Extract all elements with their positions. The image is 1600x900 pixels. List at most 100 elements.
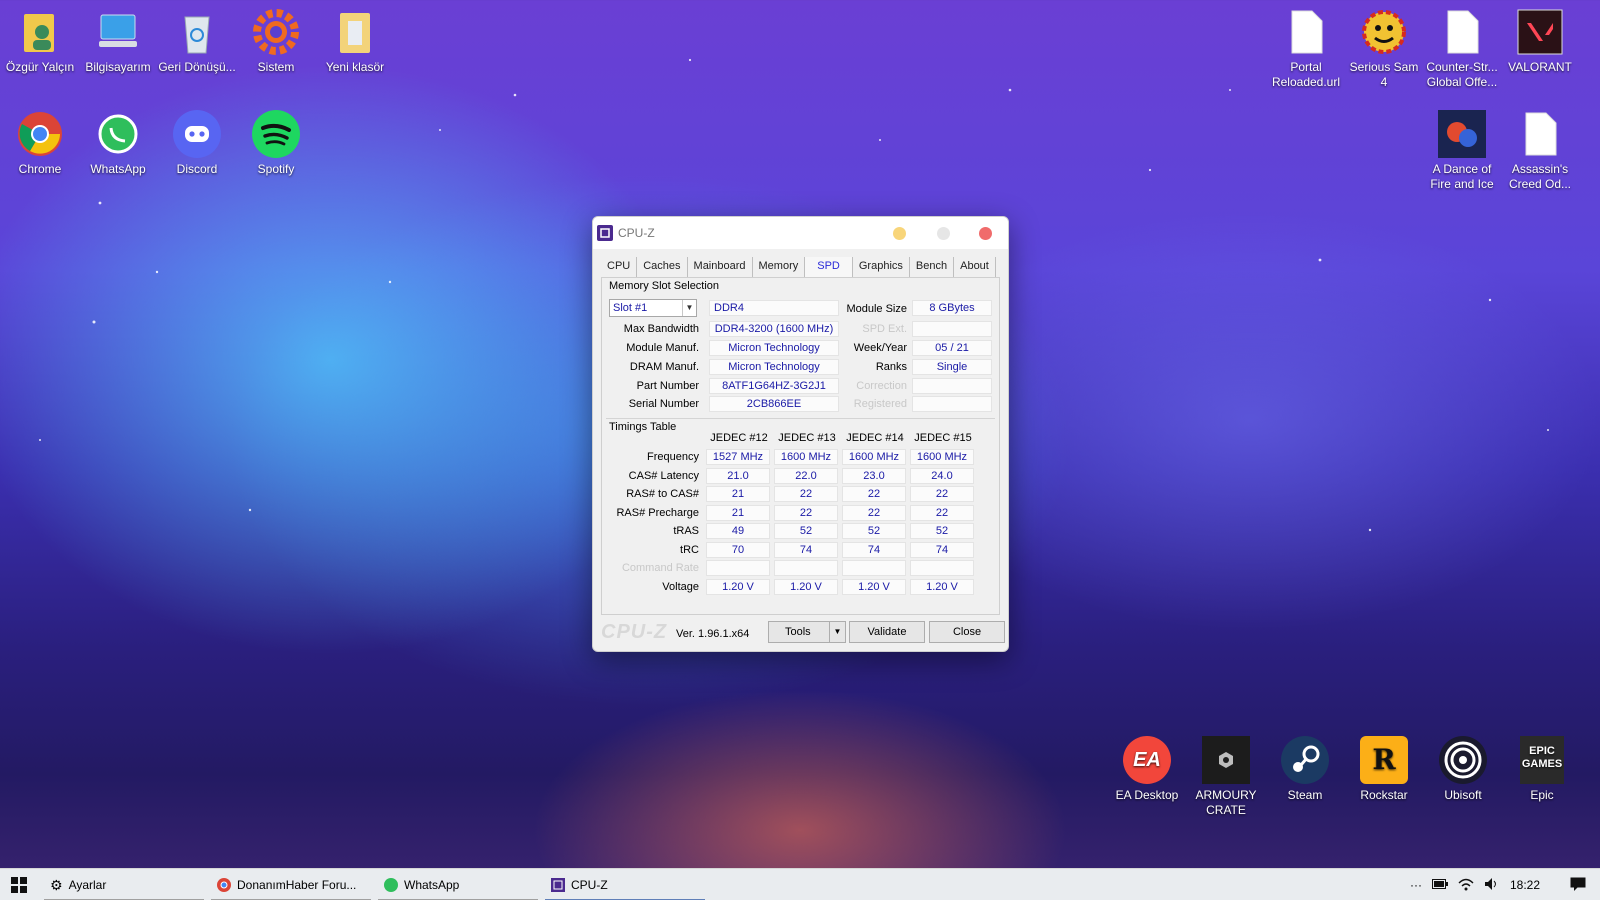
slot-select[interactable]: Slot #1 ▼: [609, 299, 697, 317]
chevron-down-icon: ▼: [682, 300, 696, 316]
cpuz-app-icon: [597, 225, 613, 241]
notification-icon[interactable]: [1570, 877, 1586, 894]
desktop-icon-label: Discord: [176, 162, 218, 176]
memory-slot-selection-label: Memory Slot Selection: [609, 280, 720, 292]
file-icon: [1516, 110, 1564, 158]
ea-icon: EA: [1123, 736, 1171, 784]
timing-cell: 21: [706, 504, 770, 521]
timing-column-header: JEDEC #13: [778, 432, 836, 444]
tab-graphics[interactable]: Graphics: [853, 257, 910, 277]
desktop-icon-counter-strike[interactable]: Counter-Str... Global Offe...: [1423, 8, 1501, 90]
armoury-crate-icon: [1202, 736, 1250, 784]
timing-row-label: RAS# Precharge: [616, 506, 699, 519]
epic-icon: EPIC GAMES: [1518, 736, 1566, 784]
steam-icon: [1281, 736, 1329, 784]
tab-caches[interactable]: Caches: [637, 257, 688, 277]
timing-cell: 1600 MHz: [774, 449, 838, 465]
cpuz-window: CPU-Z CPU Caches Mainboard Memory SPD Gr…: [592, 216, 1009, 652]
desktop-icon-label: Rockstar: [1360, 788, 1408, 802]
validate-button[interactable]: Validate: [849, 621, 925, 643]
desktop-icon-spotify[interactable]: Spotify: [237, 110, 315, 177]
timing-cell: 74: [842, 541, 906, 558]
desktop-icon-new-folder[interactable]: Yeni klasör: [316, 8, 394, 75]
taskbar-item-chrome[interactable]: DonanımHaber Foru...: [211, 869, 371, 900]
desktop-icon-discord[interactable]: Discord: [158, 110, 236, 177]
minimize-button[interactable]: [893, 227, 906, 240]
desktop-icon-whatsapp[interactable]: WhatsApp: [79, 110, 157, 177]
version-label: Ver. 1.96.1.x64: [676, 628, 750, 640]
timing-cell: 24.0: [910, 467, 974, 484]
maximize-button[interactable]: [937, 227, 950, 240]
desktop-icon-label: Geri Dönüşü...: [158, 60, 236, 74]
section-divider: [606, 418, 995, 419]
timing-cell: 52: [842, 523, 906, 539]
desktop-icon-ea-desktop[interactable]: EA EA Desktop: [1108, 736, 1186, 803]
tray-overflow-button[interactable]: ···: [1410, 878, 1422, 892]
timing-cell: 22.0: [774, 467, 838, 484]
desktop-icon-label: Özgür Yalçın: [5, 60, 75, 74]
timing-cell: [706, 560, 770, 576]
max-bandwidth-label: Max Bandwidth: [623, 323, 699, 335]
battery-icon[interactable]: [1431, 878, 1448, 892]
desktop-icon-serious-sam[interactable]: Serious Sam 4: [1345, 8, 1423, 90]
desktop-icon-adofai[interactable]: A Dance of Fire and Ice: [1423, 110, 1501, 192]
wifi-icon[interactable]: [1458, 877, 1474, 894]
timing-cell: 22: [910, 504, 974, 521]
tab-bench[interactable]: Bench: [910, 257, 955, 277]
clock[interactable]: 18:22: [1510, 878, 1540, 892]
tab-mainboard[interactable]: Mainboard: [688, 257, 753, 277]
desktop-icon-system[interactable]: Sistem: [237, 8, 315, 75]
spd-ext-field: [912, 321, 992, 337]
tab-memory[interactable]: Memory: [753, 257, 806, 277]
timing-cell: 22: [774, 504, 838, 521]
desktop-icon-steam[interactable]: Steam: [1266, 736, 1344, 803]
desktop-icon-valorant[interactable]: VALORANT: [1501, 8, 1579, 75]
tab-cpu[interactable]: CPU: [601, 257, 638, 277]
desktop-icon-rockstar[interactable]: R Rockstar: [1345, 736, 1423, 803]
timing-cell: 22: [842, 486, 906, 502]
taskbar-item-cpuz[interactable]: CPU-Z: [545, 869, 705, 900]
cpuz-icon: [551, 878, 565, 892]
desktop-icon-armoury-crate[interactable]: ARMOURY CRATE: [1187, 736, 1265, 818]
desktop-icon-label: VALORANT: [1508, 60, 1572, 74]
tools-button-label: Tools: [785, 626, 811, 638]
desktop-icon-portal-reloaded[interactable]: Portal Reloaded.url: [1267, 8, 1345, 90]
desktop-icon-computer[interactable]: Bilgisayarım: [79, 8, 157, 75]
serial-number-label: Serial Number: [628, 398, 699, 410]
timing-cell: 23.0: [842, 467, 906, 484]
ea-glyph-text: EA: [1123, 736, 1171, 784]
timing-cell: 1527 MHz: [706, 449, 770, 465]
close-window-button[interactable]: [979, 227, 992, 240]
file-icon: [1438, 8, 1486, 56]
volume-icon[interactable]: [1484, 877, 1500, 894]
timing-row-label: tRC: [680, 543, 699, 556]
timing-column-header: JEDEC #14: [846, 432, 904, 444]
desktop-icon-label: WhatsApp: [90, 162, 146, 176]
desktop-icon-label: Counter-Str... Global Offe...: [1426, 60, 1498, 89]
windows-icon: [11, 876, 27, 893]
timing-cell: 1.20 V: [706, 578, 770, 595]
close-button[interactable]: Close: [929, 621, 1005, 643]
cpuz-titlebar[interactable]: CPU-Z: [593, 217, 1008, 249]
desktop-icon-recycle-bin[interactable]: Geri Dönüşü...: [158, 8, 236, 75]
taskbar-item-ayarlar[interactable]: ⚙ Ayarlar: [44, 869, 204, 900]
desktop-icon-chrome[interactable]: Chrome: [1, 110, 79, 177]
tools-button[interactable]: Tools ▼: [768, 621, 846, 643]
cpuz-footer: CPU-Z Ver. 1.96.1.x64 Tools ▼ Validate C…: [593, 615, 1008, 651]
taskbar-item-whatsapp[interactable]: WhatsApp: [378, 869, 538, 900]
registered-field: [912, 396, 992, 412]
start-button[interactable]: [0, 869, 38, 900]
valorant-icon: [1516, 8, 1564, 56]
module-manuf-field: Micron Technology: [709, 340, 839, 356]
tab-spd[interactable]: SPD: [805, 257, 853, 277]
tools-dropdown-icon[interactable]: ▼: [829, 622, 845, 642]
timing-cell: 21.0: [706, 467, 770, 484]
tab-about[interactable]: About: [954, 257, 996, 277]
taskbar: ⚙ Ayarlar DonanımHaber Foru... WhatsApp …: [0, 868, 1600, 900]
desktop-icon-epic[interactable]: EPIC GAMES Epic: [1503, 736, 1581, 803]
desktop-icon-ubisoft[interactable]: Ubisoft: [1424, 736, 1502, 803]
whatsapp-icon: [384, 878, 398, 892]
desktop-icon-assassins-creed[interactable]: Assassin's Creed Od...: [1501, 110, 1579, 192]
desktop-icon-user-folder[interactable]: Özgür Yalçın: [1, 8, 79, 75]
recycle-bin-icon: [173, 8, 221, 56]
